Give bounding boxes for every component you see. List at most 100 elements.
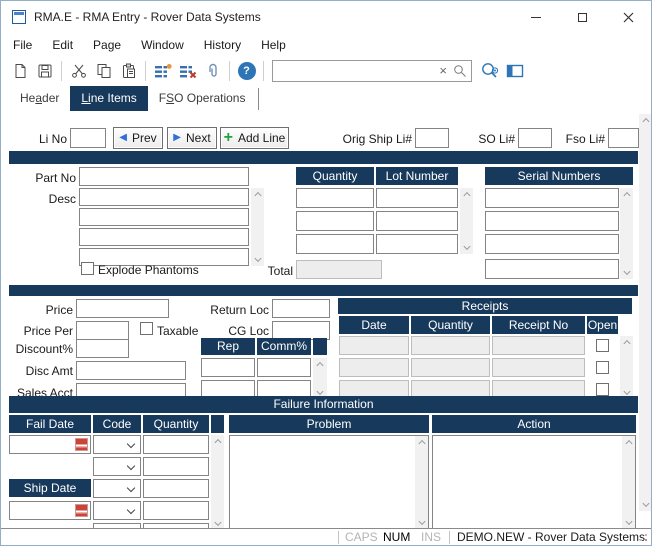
app-window: RMA.E - RMA Entry - Rover Data Systems F… — [0, 0, 652, 546]
add-line-grid-button[interactable] — [150, 59, 175, 84]
attachment-button[interactable] — [200, 59, 225, 84]
tab-fso-operations[interactable]: FSO Operations — [148, 86, 257, 111]
code-select[interactable] — [93, 435, 141, 454]
return-loc-label: Return Loc — [204, 303, 269, 317]
comm-column-header: Comm% — [257, 338, 311, 355]
serial-number-input[interactable] — [485, 259, 619, 279]
total-label: Total — [261, 264, 293, 278]
maximize-button[interactable] — [559, 1, 605, 33]
fso-li-input[interactable] — [608, 128, 639, 148]
return-loc-input[interactable] — [272, 299, 330, 318]
quantity-input[interactable] — [296, 234, 374, 254]
so-li-input[interactable] — [518, 128, 552, 148]
part-no-input[interactable] — [79, 167, 249, 186]
code-select[interactable] — [93, 501, 141, 520]
failure-quantity-input[interactable] — [143, 435, 209, 454]
taxable-label: Taxable — [157, 324, 207, 338]
tab-line-items[interactable]: Line Items — [70, 86, 147, 111]
ship-date-input[interactable] — [9, 501, 91, 520]
serial-scrollbar[interactable] — [620, 188, 633, 279]
li-no-input[interactable] — [70, 128, 106, 148]
tab-header[interactable]: Header — [9, 86, 70, 111]
quantity-input[interactable] — [296, 211, 374, 231]
prev-button[interactable]: ◀Prev — [113, 127, 163, 149]
lot-number-column-header: Lot Number — [376, 167, 458, 185]
delete-line-grid-button[interactable] — [175, 59, 200, 84]
problem-scrollbar[interactable] — [415, 436, 428, 529]
part-no-label: Part No — [31, 171, 76, 185]
code-select[interactable] — [93, 479, 141, 498]
menu-window[interactable]: Window — [131, 34, 194, 56]
rep-comm-scrollbar[interactable] — [313, 358, 327, 399]
fail-date-input[interactable] — [9, 435, 91, 454]
lot-number-input[interactable] — [376, 188, 458, 208]
quantity-input[interactable] — [296, 188, 374, 208]
clear-search-icon[interactable]: × — [439, 63, 447, 79]
action-scrollbar[interactable] — [622, 436, 635, 529]
receipt-open-checkbox[interactable] — [596, 339, 609, 352]
price-per-input[interactable] — [76, 321, 129, 340]
taxable-checkbox[interactable] — [140, 322, 153, 335]
calendar-icon[interactable] — [75, 504, 88, 517]
toolbar: ? × — [1, 56, 651, 86]
close-button[interactable] — [605, 1, 651, 33]
price-label: Price — [29, 303, 73, 317]
paste-button[interactable] — [116, 59, 141, 84]
help-button[interactable]: ? — [234, 59, 259, 84]
disc-amt-input[interactable] — [76, 361, 186, 380]
copy-button[interactable] — [91, 59, 116, 84]
lot-number-input[interactable] — [376, 211, 458, 231]
explode-phantoms-checkbox[interactable] — [81, 262, 94, 275]
desc-input[interactable] — [79, 208, 249, 226]
add-line-button[interactable]: +Add Line — [220, 127, 289, 149]
failure-quantity-input[interactable] — [143, 501, 209, 520]
next-button[interactable]: ▶Next — [167, 127, 217, 149]
layout-button[interactable] — [502, 59, 527, 84]
desc-scrollbar[interactable] — [251, 188, 264, 266]
menu-help[interactable]: Help — [251, 34, 296, 56]
desc-input[interactable] — [79, 228, 249, 246]
receipt-open-checkbox[interactable] — [596, 361, 609, 374]
help-icon: ? — [238, 62, 256, 80]
calendar-icon[interactable] — [75, 438, 88, 451]
price-input[interactable] — [76, 299, 169, 318]
disc-amt-label: Disc Amt — [21, 364, 73, 378]
lot-number-input[interactable] — [376, 234, 458, 254]
menu-history[interactable]: History — [194, 34, 251, 56]
rep-input[interactable] — [201, 358, 255, 377]
search-icon[interactable] — [453, 64, 467, 78]
li-no-label: Li No — [29, 132, 67, 146]
search-input[interactable] — [275, 62, 433, 80]
failure-rows-scrollbar[interactable] — [211, 435, 224, 530]
window-title: RMA.E - RMA Entry - Rover Data Systems — [34, 10, 261, 24]
orig-ship-li-input[interactable] — [415, 128, 449, 148]
quantity-lot-scrollbar[interactable] — [460, 188, 473, 254]
code-select[interactable] — [93, 457, 141, 476]
failure-quantity-input[interactable] — [143, 457, 209, 476]
desc-input[interactable] — [79, 188, 249, 206]
failure-quantity-input[interactable] — [143, 479, 209, 498]
save-button[interactable] — [32, 59, 57, 84]
serial-number-input[interactable] — [485, 188, 619, 208]
discount-label: Discount% — [7, 342, 73, 356]
minimize-button[interactable] — [513, 1, 559, 33]
failure-scrollbar-header — [211, 415, 224, 433]
resize-grip[interactable] — [645, 539, 647, 541]
menu-edit[interactable]: Edit — [42, 34, 83, 56]
comm-input[interactable] — [257, 358, 311, 377]
lookup-button[interactable] — [477, 59, 502, 84]
receipts-scrollbar[interactable] — [620, 336, 633, 399]
main-vertical-scrollbar[interactable] — [639, 114, 652, 511]
serial-number-input[interactable] — [485, 211, 619, 231]
discount-input[interactable] — [76, 339, 129, 358]
menu-page[interactable]: Page — [83, 34, 131, 56]
cut-button[interactable] — [66, 59, 91, 84]
app-icon — [12, 10, 26, 24]
new-button[interactable] — [7, 59, 32, 84]
problem-textarea[interactable] — [229, 435, 429, 530]
receipt-open-checkbox[interactable] — [596, 383, 609, 396]
grid-add-row-icon — [154, 63, 172, 79]
serial-number-input[interactable] — [485, 234, 619, 254]
action-textarea[interactable] — [432, 435, 636, 530]
menu-file[interactable]: File — [3, 34, 42, 56]
